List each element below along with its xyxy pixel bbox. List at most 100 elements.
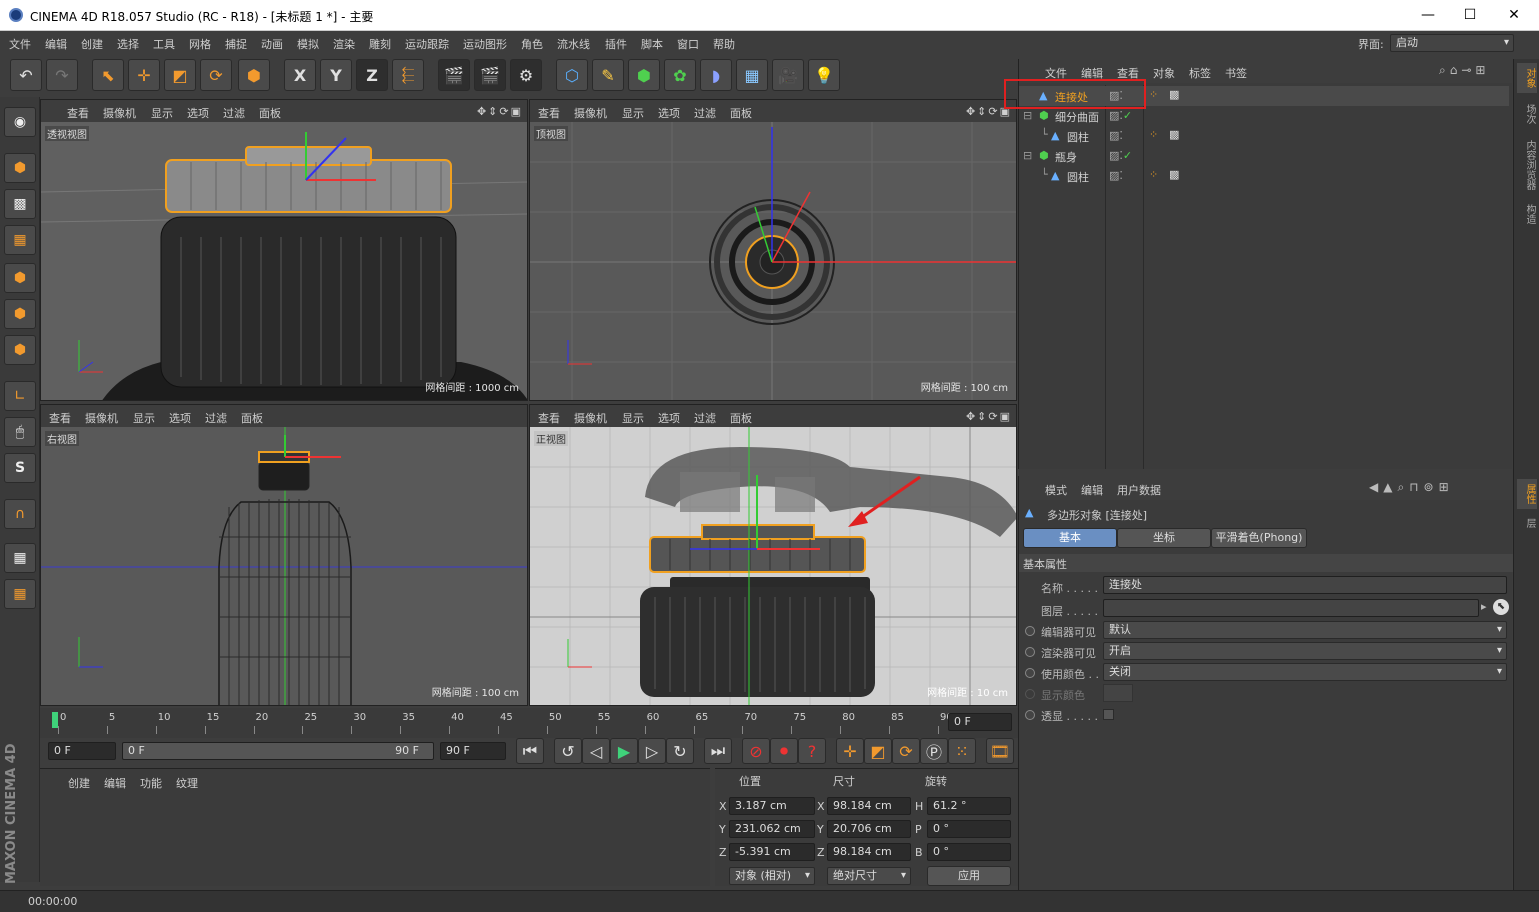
render-picture-viewer-icon[interactable]: 🎬: [474, 59, 506, 91]
menu-script[interactable]: 脚本: [641, 36, 663, 52]
vp-menu-display[interactable]: 显示: [133, 410, 155, 426]
mat-menu-create[interactable]: 创建: [68, 775, 90, 791]
phong-tag-icon[interactable]: ⁘: [1149, 168, 1158, 181]
workplane-lock-icon[interactable]: ▦: [4, 543, 36, 573]
vp-menu-options[interactable]: 选项: [187, 105, 209, 121]
vp-menu-camera[interactable]: 摄像机: [574, 410, 607, 426]
menu-render[interactable]: 渲染: [333, 36, 355, 52]
layer-arrow-icon[interactable]: ▸: [1481, 600, 1487, 613]
cloner-icon[interactable]: ✿: [664, 59, 696, 91]
editor-visible-dropdown[interactable]: 默认: [1103, 621, 1507, 639]
z-axis-lock-button[interactable]: Z: [356, 59, 388, 91]
vp-menu-options[interactable]: 选项: [169, 410, 191, 426]
coordinate-mode-dropdown[interactable]: 对象 (相对): [729, 867, 815, 885]
apply-button[interactable]: 应用: [927, 866, 1011, 886]
xray-checkbox[interactable]: [1103, 709, 1114, 720]
vp-menu-panel[interactable]: 面板: [241, 410, 263, 426]
menu-snap[interactable]: 捕捉: [225, 36, 247, 52]
menu-help[interactable]: 帮助: [713, 36, 735, 52]
go-to-end-icon[interactable]: ⏭: [704, 738, 732, 764]
rotation-p-field[interactable]: 0 °: [927, 820, 1011, 838]
autokey-icon[interactable]: ⏺: [770, 738, 798, 764]
om-menu-bookmarks[interactable]: 书签: [1225, 65, 1247, 81]
vp-menu-display[interactable]: 显示: [622, 105, 644, 121]
magnet-icon[interactable]: ∩: [4, 499, 36, 529]
tab-phong[interactable]: 平滑着色(Phong): [1211, 528, 1307, 548]
object-row-subdivision[interactable]: ⊟ ⬢ 细分曲面 ▨⁚✓: [1019, 106, 1509, 126]
light-icon[interactable]: 💡: [808, 59, 840, 91]
vp-menu-camera[interactable]: 摄像机: [103, 105, 136, 121]
tab-content-browser[interactable]: 内容浏览器: [1517, 135, 1537, 195]
close-button[interactable]: ✕: [1494, 4, 1534, 26]
key-rotation-icon[interactable]: ⟳: [892, 738, 920, 764]
floor-icon[interactable]: ▦: [736, 59, 768, 91]
vp-menu-filter[interactable]: 过滤: [223, 105, 245, 121]
menu-pipeline[interactable]: 流水线: [557, 36, 590, 52]
render-settings-icon[interactable]: ⚙: [510, 59, 542, 91]
play-icon[interactable]: ▶: [610, 738, 638, 764]
uv-tag-icon[interactable]: ▩: [1169, 128, 1179, 141]
viewport-perspective[interactable]: 查看 摄像机 显示 选项 过滤 面板 ✥⇕⟳▣ 透视视图 网格间距: 1000…: [40, 99, 528, 401]
menu-plugins[interactable]: 插件: [605, 36, 627, 52]
minimize-button[interactable]: —: [1408, 4, 1448, 26]
recent-tool-icon[interactable]: ⬢: [238, 59, 270, 91]
menu-file[interactable]: 文件: [9, 36, 31, 52]
menu-simulate[interactable]: 模拟: [297, 36, 319, 52]
menu-select[interactable]: 选择: [117, 36, 139, 52]
vp-menu-view[interactable]: 查看: [49, 410, 71, 426]
vp-menu-view[interactable]: 查看: [67, 105, 89, 121]
render-visible-radio[interactable]: [1025, 647, 1035, 657]
select-tool-icon[interactable]: ⬉: [92, 59, 124, 91]
previous-frame-icon[interactable]: ◁: [582, 738, 610, 764]
menu-character[interactable]: 角色: [521, 36, 543, 52]
am-menu-edit[interactable]: 编辑: [1081, 482, 1103, 498]
record-icon[interactable]: ⊘: [742, 738, 770, 764]
object-row-bottle[interactable]: ⊟ ⬢ 瓶身 ▨⁚✓: [1019, 146, 1509, 166]
vp-menu-display[interactable]: 显示: [151, 105, 173, 121]
tweak-mode-icon[interactable]: 🖱: [4, 417, 36, 447]
viewport-nav-icons[interactable]: ✥⇕⟳▣: [477, 105, 523, 118]
layout-dropdown[interactable]: 启动: [1390, 34, 1514, 52]
maximize-button[interactable]: ☐: [1450, 4, 1490, 26]
go-to-start-icon[interactable]: ⏮: [516, 738, 544, 764]
current-frame-field[interactable]: 0 F: [948, 713, 1012, 731]
vp-menu-panel[interactable]: 面板: [730, 105, 752, 121]
snap-icon[interactable]: S: [4, 453, 36, 483]
camera-icon[interactable]: 🎥: [772, 59, 804, 91]
editor-visible-radio[interactable]: [1025, 626, 1035, 636]
use-color-dropdown[interactable]: 关闭: [1103, 663, 1507, 681]
scale-tool-icon[interactable]: ◩: [164, 59, 196, 91]
collapse-icon[interactable]: ⊟: [1023, 109, 1032, 122]
viewport-right[interactable]: 查看 摄像机 显示 选项 过滤 面板 右视图 网格间距 : 100 cm: [40, 404, 528, 706]
name-field[interactable]: 连接处: [1103, 576, 1507, 594]
vp-menu-panel[interactable]: 面板: [730, 410, 752, 426]
mat-menu-function[interactable]: 功能: [140, 775, 162, 791]
tab-takes[interactable]: 场次: [1517, 99, 1537, 129]
key-pla-icon[interactable]: ⁙: [948, 738, 976, 764]
tab-layers[interactable]: 层: [1517, 513, 1537, 533]
position-x-field[interactable]: 3.187 cm: [729, 797, 815, 815]
workplane-mode-icon[interactable]: ▦: [4, 225, 36, 255]
position-z-field[interactable]: -5.391 cm: [729, 843, 815, 861]
position-y-field[interactable]: 231.062 cm: [729, 820, 815, 838]
frame-range-slider[interactable]: 0 F 90 F: [122, 742, 434, 760]
key-scale-icon[interactable]: ◩: [864, 738, 892, 764]
size-z-field[interactable]: 98.184 cm: [827, 843, 911, 861]
vp-menu-camera[interactable]: 摄像机: [574, 105, 607, 121]
viewport-front[interactable]: 查看 摄像机 显示 选项 过滤 面板 ✥⇕⟳▣ 正视图 网格间距: 10 cm: [529, 404, 1017, 706]
rotate-tool-icon[interactable]: ⟳: [200, 59, 232, 91]
menu-animate[interactable]: 动画: [261, 36, 283, 52]
timeline-window-icon[interactable]: 🎞: [986, 738, 1014, 764]
vp-menu-options[interactable]: 选项: [658, 410, 680, 426]
menu-mesh[interactable]: 网格: [189, 36, 211, 52]
phong-tag-icon[interactable]: ⁘: [1149, 88, 1158, 101]
edges-mode-icon[interactable]: ⬢: [4, 299, 36, 329]
vp-menu-filter[interactable]: 过滤: [694, 410, 716, 426]
key-parameter-icon[interactable]: Ⓟ: [920, 738, 948, 764]
points-mode-icon[interactable]: ⬢: [4, 263, 36, 293]
tab-structure[interactable]: 构造: [1517, 199, 1537, 229]
layer-icon[interactable]: ▨⁚✓: [1109, 109, 1132, 122]
viewport-top[interactable]: 查看 摄像机 显示 选项 过滤 面板 ✥⇕⟳▣ 顶视图 网格间距 : 100 c…: [529, 99, 1017, 401]
timeline-ruler[interactable]: 0 5 10 15 20 25 30 35 40 45 50 55 60 65 70 75 80 85 90 0 F: [40, 708, 1018, 738]
next-frame-icon[interactable]: ▷: [638, 738, 666, 764]
